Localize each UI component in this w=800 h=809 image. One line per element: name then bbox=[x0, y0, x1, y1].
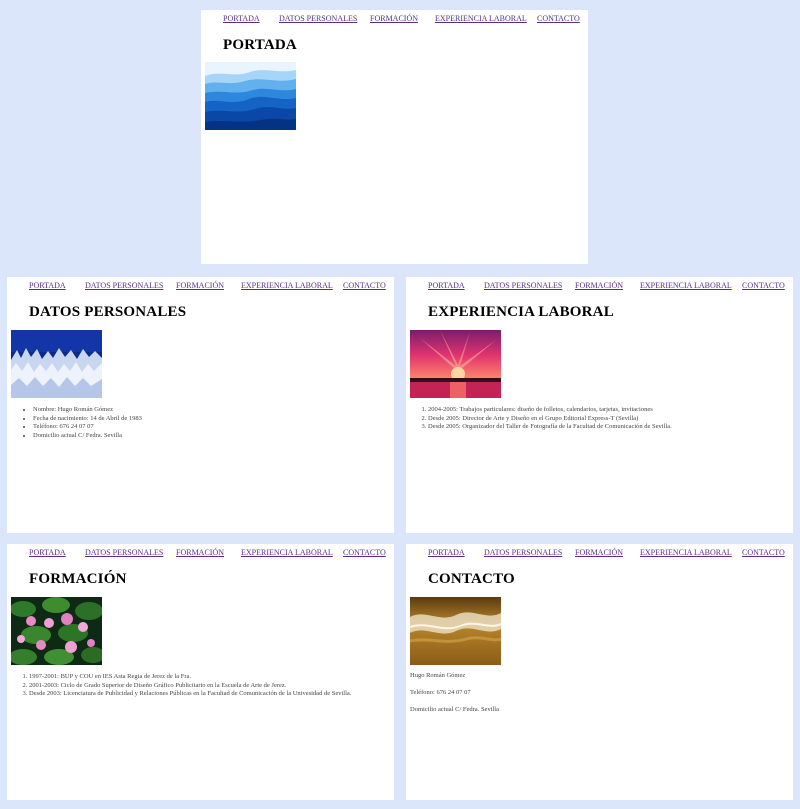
nav-link-contacto[interactable]: CONTACTO bbox=[343, 546, 386, 560]
nav-link-datos-personales[interactable]: DATOS PERSONALES bbox=[484, 279, 562, 293]
nav-link-portada[interactable]: PORTADA bbox=[428, 546, 465, 560]
nav-link-contacto[interactable]: CONTACTO bbox=[742, 546, 785, 560]
nav-link-portada[interactable]: PORTADA bbox=[29, 546, 66, 560]
page-title: PORTADA bbox=[223, 37, 297, 53]
list-item: Nombre: Hugo Román Gómez bbox=[33, 406, 142, 415]
water-lilies-photo-icon bbox=[11, 597, 102, 665]
list-item: Domicilio actual C/ Fedra. Sevilla bbox=[33, 432, 142, 441]
sunset-photo-icon bbox=[410, 330, 501, 398]
nav-link-experiencia-laboral[interactable]: EXPERIENCIA LABORAL bbox=[640, 279, 732, 293]
contact-address: Domicilio actual C/ Fedra. Sevilla bbox=[410, 706, 499, 713]
list-item: 1997-2001: BUP y COU en IES Asta Regia d… bbox=[29, 673, 351, 682]
list-item: Fecha de nacimiento: 14 de Abril de 1983 bbox=[33, 415, 142, 424]
nav-link-portada[interactable]: PORTADA bbox=[29, 279, 66, 293]
nav-bar: PORTADA DATOS PERSONALES FORMACIÓN EXPER… bbox=[406, 279, 793, 293]
contact-name: Hugo Román Gómez bbox=[410, 672, 466, 679]
page-title: EXPERIENCIA LABORAL bbox=[428, 304, 614, 320]
panel-experiencia-laboral: PORTADA DATOS PERSONALES FORMACIÓN EXPER… bbox=[406, 277, 793, 533]
education-list: 1997-2001: BUP y COU en IES Asta Regia d… bbox=[11, 673, 351, 699]
nav-link-formacion[interactable]: FORMACIÓN bbox=[176, 546, 224, 560]
nav-link-formacion[interactable]: FORMACIÓN bbox=[575, 279, 623, 293]
nav-link-formacion[interactable]: FORMACIÓN bbox=[575, 546, 623, 560]
contact-phone: Teléfono: 676 24 07 07 bbox=[410, 689, 471, 696]
nav-link-datos-personales[interactable]: DATOS PERSONALES bbox=[85, 279, 163, 293]
nav-link-portada[interactable]: PORTADA bbox=[428, 279, 465, 293]
nav-link-datos-personales[interactable]: DATOS PERSONALES bbox=[279, 12, 357, 26]
frost-grass-photo-icon bbox=[11, 330, 102, 398]
nav-link-contacto[interactable]: CONTACTO bbox=[537, 12, 580, 26]
nav-bar: PORTADA DATOS PERSONALES FORMACIÓN EXPER… bbox=[201, 12, 588, 26]
panel-portada: PORTADA DATOS PERSONALES FORMACIÓN EXPER… bbox=[201, 10, 588, 264]
nav-link-datos-personales[interactable]: DATOS PERSONALES bbox=[85, 546, 163, 560]
nav-link-formacion[interactable]: FORMACIÓN bbox=[176, 279, 224, 293]
nav-link-contacto[interactable]: CONTACTO bbox=[343, 279, 386, 293]
list-item: Desde 2005: Organizador del Taller de Fo… bbox=[428, 423, 672, 432]
list-item: Desde 2005: Director de Arte y Diseño en… bbox=[428, 415, 672, 424]
panel-formacion: PORTADA DATOS PERSONALES FORMACIÓN EXPER… bbox=[7, 544, 394, 800]
nav-link-datos-personales[interactable]: DATOS PERSONALES bbox=[484, 546, 562, 560]
nav-link-experiencia-laboral[interactable]: EXPERIENCIA LABORAL bbox=[241, 546, 333, 560]
nav-link-formacion[interactable]: FORMACIÓN bbox=[370, 12, 418, 26]
nav-link-contacto[interactable]: CONTACTO bbox=[742, 279, 785, 293]
personal-data-list: Nombre: Hugo Román Gómez Fecha de nacimi… bbox=[15, 406, 142, 440]
nav-bar: PORTADA DATOS PERSONALES FORMACIÓN EXPER… bbox=[7, 546, 394, 560]
page-title: FORMACIÓN bbox=[29, 571, 127, 587]
nav-link-experiencia-laboral[interactable]: EXPERIENCIA LABORAL bbox=[241, 279, 333, 293]
nav-link-portada[interactable]: PORTADA bbox=[223, 12, 260, 26]
nav-link-experiencia-laboral[interactable]: EXPERIENCIA LABORAL bbox=[640, 546, 732, 560]
list-item: 2001-2003: Ciclo de Grado Superior de Di… bbox=[29, 682, 351, 691]
list-item: Desde 2003: Licenciatura de Publicidad y… bbox=[29, 690, 351, 699]
list-item: Teléfono: 676 24 07 07 bbox=[33, 423, 142, 432]
panel-contacto: PORTADA DATOS PERSONALES FORMACIÓN EXPER… bbox=[406, 544, 793, 800]
mountains-photo-icon bbox=[205, 62, 296, 130]
page-title: CONTACTO bbox=[428, 571, 515, 587]
nav-link-experiencia-laboral[interactable]: EXPERIENCIA LABORAL bbox=[435, 12, 527, 26]
shoreline-photo-icon bbox=[410, 597, 501, 665]
work-experience-list: 2004-2005: Trabajos particulares: diseño… bbox=[410, 406, 672, 432]
panel-datos-personales: PORTADA DATOS PERSONALES FORMACIÓN EXPER… bbox=[7, 277, 394, 533]
nav-bar: PORTADA DATOS PERSONALES FORMACIÓN EXPER… bbox=[7, 279, 394, 293]
page-title: DATOS PERSONALES bbox=[29, 304, 187, 320]
list-item: 2004-2005: Trabajos particulares: diseño… bbox=[428, 406, 672, 415]
nav-bar: PORTADA DATOS PERSONALES FORMACIÓN EXPER… bbox=[406, 546, 793, 560]
